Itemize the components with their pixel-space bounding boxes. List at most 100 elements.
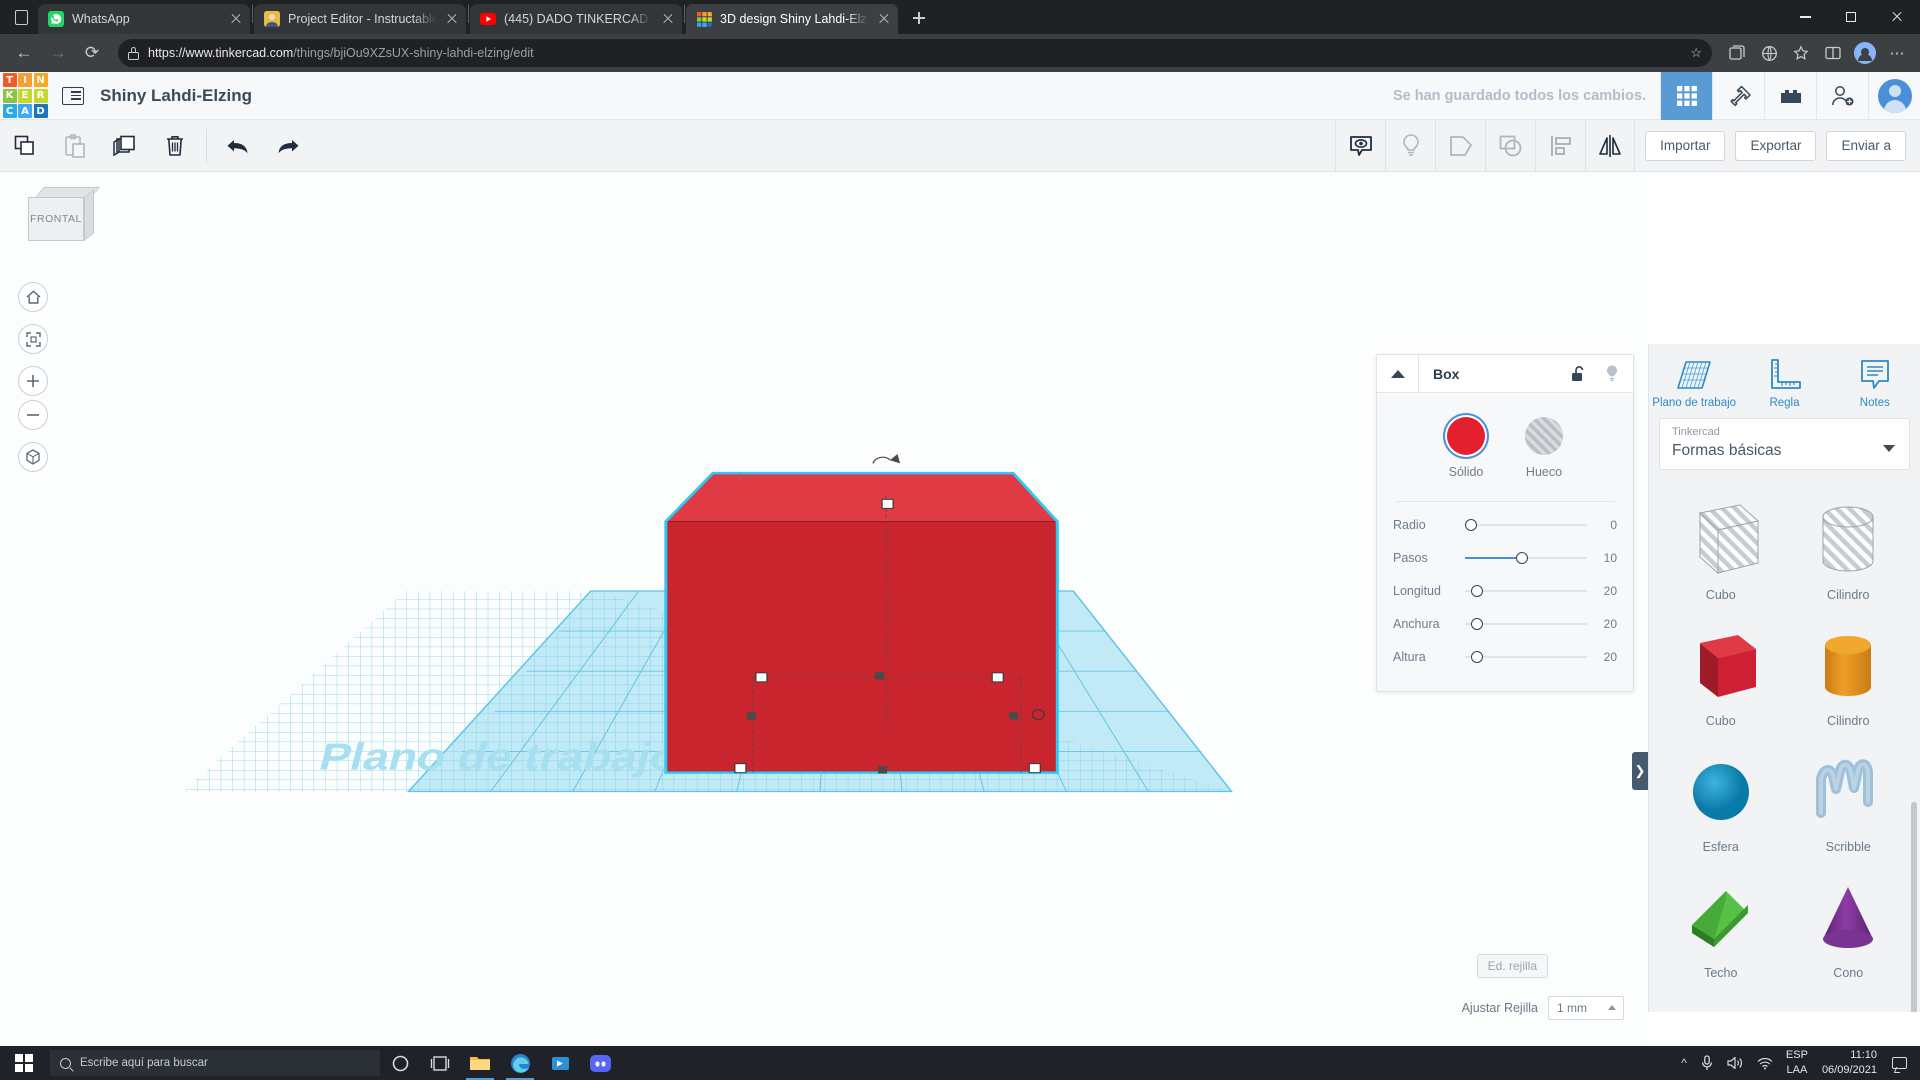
solid-color-swatch[interactable] bbox=[1447, 417, 1485, 455]
tinkercad-logo[interactable]: T I N K E R C A D bbox=[2, 73, 48, 119]
sphere-icon bbox=[1657, 746, 1785, 838]
close-icon[interactable] bbox=[876, 11, 892, 27]
browser-tab-tinkercad[interactable]: 3D design Shiny Lahdi-Elzing | Ti bbox=[686, 4, 898, 34]
eye-callout-icon[interactable] bbox=[1335, 119, 1385, 172]
lightbulb-icon[interactable] bbox=[1595, 355, 1629, 393]
split-screen-icon[interactable] bbox=[1818, 38, 1848, 68]
back-button[interactable]: ← bbox=[8, 37, 40, 69]
grid-edit-button[interactable]: Ed. rejilla bbox=[1476, 954, 1548, 978]
property-value[interactable]: 10 bbox=[1587, 551, 1617, 565]
shape-library-grid[interactable]: Cubo Cilindro Cubo Cilindro Esfera Scrib… bbox=[1649, 482, 1920, 1012]
edit-toolbar: Importar Exportar Enviar a bbox=[0, 119, 1920, 172]
microphone-icon[interactable] bbox=[1694, 1046, 1720, 1080]
shape-item-wedge[interactable] bbox=[1657, 986, 1785, 1012]
property-value[interactable]: 20 bbox=[1587, 650, 1617, 664]
browser-essentials-icon[interactable] bbox=[1754, 38, 1784, 68]
task-view-icon[interactable] bbox=[420, 1046, 460, 1080]
copy-button[interactable] bbox=[0, 121, 50, 171]
solid-option[interactable]: Sólido bbox=[1447, 417, 1485, 479]
align-icon bbox=[1535, 119, 1585, 172]
collapse-triangle-icon[interactable] bbox=[1377, 354, 1419, 393]
apps-grid-icon[interactable] bbox=[1660, 71, 1712, 120]
redo-arrow-icon[interactable] bbox=[263, 121, 313, 171]
hammer-icon[interactable] bbox=[1712, 71, 1764, 120]
trash-icon[interactable] bbox=[150, 121, 200, 171]
invite-person-icon[interactable] bbox=[1816, 71, 1868, 120]
pasos-slider[interactable] bbox=[1465, 548, 1587, 568]
shape-item-text[interactable]: TEXT bbox=[1785, 986, 1913, 1012]
longitud-slider[interactable] bbox=[1465, 581, 1587, 601]
chevron-down-icon[interactable] bbox=[1883, 445, 1895, 453]
taskbar-search-box[interactable]: Escribe aquí para buscar bbox=[50, 1050, 380, 1076]
close-icon[interactable] bbox=[444, 11, 460, 27]
altura-slider[interactable] bbox=[1465, 647, 1587, 667]
start-button[interactable] bbox=[0, 1046, 48, 1080]
minimize-button[interactable] bbox=[1782, 0, 1828, 34]
language-indicator[interactable]: ESP LAA bbox=[1780, 1046, 1814, 1080]
address-bar[interactable]: https://www.tinkercad.com/things/bjiOu9X… bbox=[118, 39, 1712, 67]
import-button[interactable]: Importar bbox=[1645, 130, 1726, 161]
property-value[interactable]: 0 bbox=[1587, 518, 1617, 532]
tab-divider bbox=[684, 5, 685, 23]
notification-center-icon[interactable] bbox=[1885, 1046, 1914, 1080]
blocks-icon[interactable] bbox=[1764, 71, 1816, 120]
ruler-tool[interactable]: Regla bbox=[1739, 354, 1829, 410]
avatar[interactable] bbox=[1868, 71, 1920, 120]
file-explorer-icon[interactable] bbox=[460, 1046, 500, 1080]
show-hidden-icons[interactable]: ^ bbox=[1674, 1046, 1694, 1080]
property-value[interactable]: 20 bbox=[1587, 617, 1617, 631]
collections-icon[interactable] bbox=[1722, 38, 1752, 68]
new-tab-button[interactable] bbox=[905, 4, 933, 32]
close-icon[interactable] bbox=[228, 11, 244, 27]
profile-icon[interactable] bbox=[1850, 38, 1880, 68]
edge-browser-icon[interactable] bbox=[500, 1046, 540, 1080]
forward-button[interactable]: → bbox=[42, 37, 74, 69]
browser-tab-youtube[interactable]: (445) DADO TINKERCAD - YouTu bbox=[470, 4, 682, 34]
shape-item-cilindro-hollow[interactable]: Cilindro bbox=[1785, 482, 1913, 608]
close-icon[interactable] bbox=[660, 11, 676, 27]
anchura-slider[interactable] bbox=[1465, 614, 1587, 634]
clock[interactable]: 11:10 06/09/2021 bbox=[1814, 1046, 1885, 1080]
browser-tab-whatsapp[interactable]: WhatsApp bbox=[38, 4, 250, 34]
mirror-icon[interactable] bbox=[1585, 119, 1636, 172]
list-menu-icon[interactable] bbox=[62, 86, 84, 105]
maximize-button[interactable] bbox=[1828, 0, 1874, 34]
wedge-icon bbox=[1657, 998, 1785, 1012]
cortana-icon[interactable] bbox=[380, 1046, 420, 1080]
shape-item-cilindro-solid[interactable]: Cilindro bbox=[1785, 608, 1913, 734]
collapse-shapes-panel-button[interactable]: ❯ bbox=[1632, 752, 1648, 790]
send-to-button[interactable]: Enviar a bbox=[1826, 130, 1906, 161]
duplicate-button[interactable] bbox=[100, 121, 150, 171]
unlock-icon[interactable] bbox=[1561, 355, 1595, 393]
settings-more-icon[interactable]: ⋯ bbox=[1882, 38, 1912, 68]
shape-item-techo[interactable]: Techo bbox=[1657, 860, 1785, 986]
undo-arrow-icon[interactable] bbox=[213, 121, 263, 171]
shape-category-dropdown[interactable]: Tinkercad Formas básicas bbox=[1659, 418, 1910, 471]
notes-tool[interactable]: Notes bbox=[1830, 354, 1920, 410]
page-title[interactable]: Shiny Lahdi-Elzing bbox=[100, 86, 252, 106]
volume-icon[interactable] bbox=[1720, 1046, 1750, 1080]
property-value[interactable]: 20 bbox=[1587, 584, 1617, 598]
hollow-swatch[interactable] bbox=[1525, 417, 1563, 455]
shape-name: Esfera bbox=[1702, 840, 1739, 855]
shape-item-cubo-hollow[interactable]: Cubo bbox=[1657, 482, 1785, 608]
discord-icon[interactable] bbox=[580, 1046, 620, 1080]
shape-item-scribble[interactable]: Scribble bbox=[1785, 734, 1913, 860]
store-icon[interactable] bbox=[540, 1046, 580, 1080]
hollow-option[interactable]: Hueco bbox=[1525, 417, 1563, 479]
shapes-scrollbar[interactable] bbox=[1911, 802, 1917, 1012]
wifi-icon[interactable] bbox=[1750, 1046, 1780, 1080]
snap-grid-select[interactable]: 1 mm bbox=[1548, 996, 1624, 1020]
workplane-tool[interactable]: Plano de trabajo bbox=[1649, 354, 1739, 410]
close-button[interactable] bbox=[1874, 0, 1920, 34]
tab-search-icon[interactable] bbox=[4, 0, 38, 34]
shape-item-cubo-solid[interactable]: Cubo bbox=[1657, 608, 1785, 734]
browser-tab-instructables[interactable]: Project Editor - Instructables bbox=[254, 4, 466, 34]
favorites-star-icon[interactable]: ☆ bbox=[1690, 45, 1702, 61]
reload-button[interactable]: ⟳ bbox=[76, 37, 108, 69]
radio-slider[interactable] bbox=[1465, 515, 1587, 535]
shape-item-cono[interactable]: Cono bbox=[1785, 860, 1913, 986]
shape-item-esfera[interactable]: Esfera bbox=[1657, 734, 1785, 860]
favorites-bar-icon[interactable] bbox=[1786, 38, 1816, 68]
export-button[interactable]: Exportar bbox=[1735, 130, 1817, 161]
